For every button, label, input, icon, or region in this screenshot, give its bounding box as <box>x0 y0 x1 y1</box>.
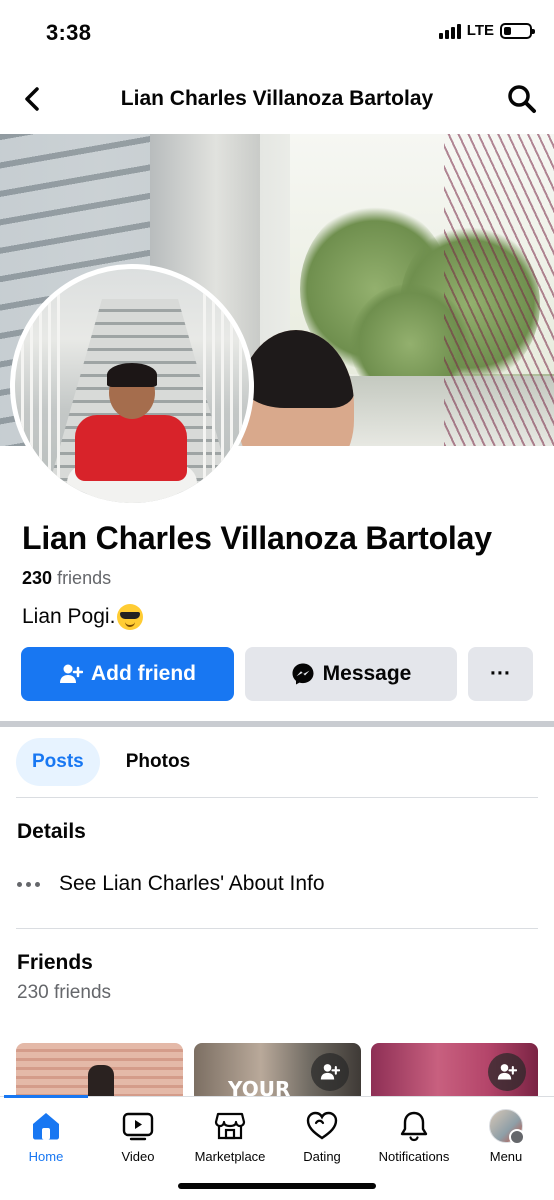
profile-bio: Lian Pogi. <box>22 604 144 630</box>
dating-icon <box>306 1111 338 1140</box>
nav-home-label: Home <box>28 1149 64 1164</box>
message-button[interactable]: Message <box>245 647 457 701</box>
section-divider <box>0 721 554 727</box>
about-info-link[interactable]: See Lian Charles' About Info <box>17 872 325 896</box>
tab-posts[interactable]: Posts <box>16 738 100 786</box>
add-person-icon <box>60 664 83 683</box>
video-icon <box>122 1112 154 1141</box>
message-label: Message <box>322 662 412 685</box>
search-icon[interactable] <box>506 83 538 115</box>
profile-picture[interactable] <box>10 264 254 508</box>
bio-text: Lian Pogi. <box>22 605 116 628</box>
more-options-icon: ··· <box>490 662 511 685</box>
profile-name: Lian Charles Villanoza Bartolay <box>22 520 492 556</box>
nav-dating[interactable]: Dating <box>276 1109 368 1164</box>
nav-menu-label: Menu <box>489 1149 523 1164</box>
tab-photos[interactable]: Photos <box>110 738 206 786</box>
signal-icon <box>438 23 461 39</box>
bell-icon <box>400 1111 428 1142</box>
home-indicator <box>178 1183 376 1189</box>
more-options-button[interactable]: ··· <box>468 647 533 701</box>
network-type: LTE <box>466 22 494 39</box>
friends-word: friends <box>57 568 112 588</box>
nav-menu[interactable]: Menu <box>460 1109 552 1164</box>
marketplace-icon <box>214 1112 246 1140</box>
active-tab-indicator <box>4 1095 88 1098</box>
sunglasses-emoji-icon <box>117 604 144 630</box>
add-friend-icon[interactable] <box>488 1053 526 1091</box>
status-indicators: LTE <box>438 22 535 39</box>
menu-avatar-icon <box>489 1109 525 1145</box>
add-friend-button[interactable]: Add friend <box>21 647 234 701</box>
more-dots-icon <box>17 881 41 887</box>
friends-summary[interactable]: 230 friends <box>22 568 111 589</box>
profile-actions: Add friend Message ··· <box>21 647 533 701</box>
friends-count: 230 <box>22 568 53 588</box>
divider <box>16 797 538 798</box>
header-title: Lian Charles Villanoza Bartolay <box>120 87 434 110</box>
status-time: 3:38 <box>46 20 92 45</box>
profile-tabs: Posts Photos <box>16 738 206 786</box>
friends-grid: YOUR <box>16 1043 538 1103</box>
status-bar: 3:38 LTE <box>0 0 554 66</box>
nav-marketplace-label: Marketplace <box>194 1149 266 1164</box>
nav-video[interactable]: Video <box>92 1109 184 1164</box>
nav-dating-label: Dating <box>303 1149 341 1164</box>
add-friend-label: Add friend <box>91 662 196 685</box>
friends-count-text: 230 friends <box>17 982 112 1003</box>
back-arrow-icon[interactable] <box>18 84 48 114</box>
nav-marketplace[interactable]: Marketplace <box>184 1109 276 1164</box>
top-header: Lian Charles Villanoza Bartolay <box>0 66 554 132</box>
nav-notifications-label: Notifications <box>378 1149 450 1164</box>
details-heading: Details <box>17 820 86 843</box>
add-friend-icon[interactable] <box>311 1053 349 1091</box>
home-icon <box>33 1113 59 1140</box>
divider <box>16 928 538 929</box>
battery-icon <box>500 22 535 39</box>
nav-notifications[interactable]: Notifications <box>368 1109 460 1164</box>
friend-card[interactable]: YOUR <box>194 1043 361 1103</box>
friends-heading: Friends <box>17 951 93 974</box>
about-info-label: See Lian Charles' About Info <box>59 872 325 895</box>
nav-home[interactable]: Home <box>0 1109 92 1164</box>
messenger-icon <box>292 663 314 685</box>
friend-card[interactable] <box>371 1043 538 1103</box>
friend-card[interactable] <box>16 1043 183 1103</box>
nav-video-label: Video <box>121 1149 155 1164</box>
